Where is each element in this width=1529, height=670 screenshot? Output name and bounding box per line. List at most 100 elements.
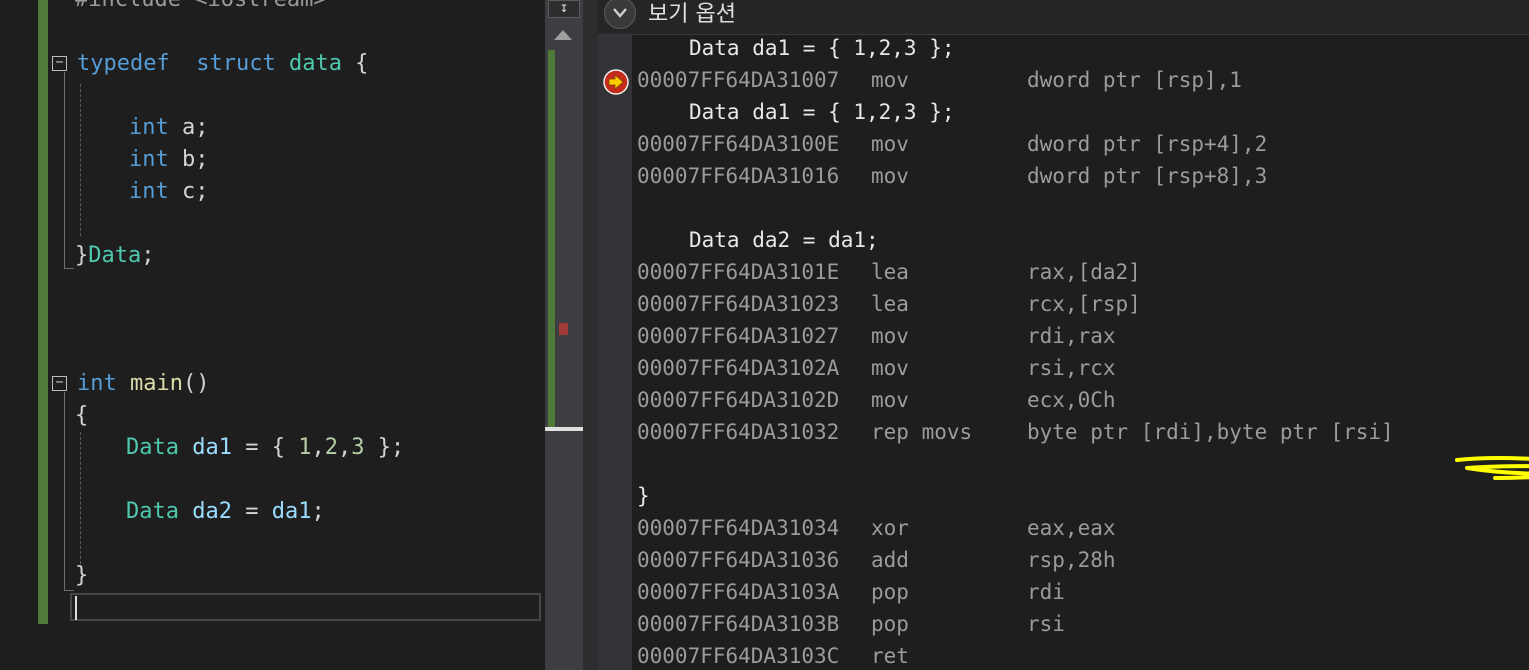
- instruction-mnemonic[interactable]: ret: [871, 640, 909, 670]
- code-token: data: [288, 51, 342, 76]
- code-token: da2: [192, 499, 232, 524]
- struct-outline-end: [64, 268, 74, 269]
- instruction-mnemonic[interactable]: mov: [871, 160, 909, 192]
- code-line-struct-close[interactable]: }Data;: [75, 240, 154, 272]
- source-annotation-line[interactable]: Data da2 = da1;: [689, 224, 879, 256]
- instruction-operands[interactable]: rsi: [1027, 608, 1065, 640]
- code-token: int: [129, 147, 169, 172]
- instruction-operands[interactable]: dword ptr [rsp+8],3: [1027, 160, 1267, 192]
- yellow-underline-annotation: [1455, 456, 1529, 480]
- code-line-da1[interactable]: Data da1 = { 1,2,3 };: [126, 432, 404, 464]
- instruction-operands[interactable]: rdi: [1027, 576, 1065, 608]
- instruction-address[interactable]: 00007FF64DA3102A: [637, 352, 839, 384]
- instruction-operands[interactable]: byte ptr [rdi],byte ptr [rsi]: [1027, 416, 1394, 448]
- instruction-address[interactable]: 00007FF64DA3101E: [637, 256, 839, 288]
- instruction-mnemonic[interactable]: pop: [871, 576, 909, 608]
- disassembly-indicator-margin[interactable]: [598, 35, 632, 670]
- code-line-main[interactable]: int main(): [77, 368, 209, 400]
- instruction-mnemonic[interactable]: mov: [871, 128, 909, 160]
- source-annotation-line[interactable]: Data da1 = { 1,2,3 };: [689, 96, 955, 128]
- instruction-mnemonic[interactable]: xor: [871, 512, 909, 544]
- disassembly-window[interactable]: 보기 옵션 Data da1 = { 1,2,3 }; 00007FF64DA31…: [598, 0, 1529, 670]
- collapse-struct-icon[interactable]: −: [52, 56, 67, 71]
- disassembly-header: 보기 옵션: [598, 0, 1529, 35]
- scroll-up-icon[interactable]: [554, 30, 572, 40]
- code-token: int: [77, 371, 117, 396]
- instruction-mnemonic[interactable]: lea: [871, 288, 909, 320]
- source-editor[interactable]: − − #include <iostream> typedef struct d…: [0, 0, 545, 670]
- code-token: int: [129, 115, 169, 140]
- instruction-operands[interactable]: dword ptr [rsp],1: [1027, 64, 1242, 96]
- code-token: b;: [168, 147, 209, 172]
- view-options-label[interactable]: 보기 옵션: [648, 0, 736, 28]
- instruction-address[interactable]: 00007FF64DA31034: [637, 512, 839, 544]
- instruction-address[interactable]: 00007FF64DA31036: [637, 544, 839, 576]
- instruction-operands[interactable]: eax,eax: [1027, 512, 1116, 544]
- instruction-address[interactable]: 00007FF64DA3103B: [637, 608, 839, 640]
- instruction-mnemonic[interactable]: pop: [871, 608, 909, 640]
- instruction-operands[interactable]: rdi,rax: [1027, 320, 1116, 352]
- code-line-da2[interactable]: Data da2 = da1;: [126, 496, 325, 528]
- instruction-address[interactable]: 00007FF64DA31032: [637, 416, 839, 448]
- instruction-operands[interactable]: rsi,rcx: [1027, 352, 1116, 384]
- instruction-mnemonic[interactable]: mov: [871, 384, 909, 416]
- code-line-int-c[interactable]: int c;: [129, 176, 209, 208]
- code-token: ;: [141, 243, 155, 268]
- code-token: (): [182, 371, 210, 396]
- breakpoint-current-statement-icon[interactable]: [603, 69, 629, 95]
- change-tracking-bar: [38, 0, 48, 624]
- struct-outline-guide: [64, 72, 65, 268]
- instruction-address[interactable]: 00007FF64DA3102D: [637, 384, 839, 416]
- scrollbar-caret-position: [545, 427, 583, 431]
- code-token: 3: [351, 435, 365, 460]
- code-line-close-brace[interactable]: }: [75, 560, 88, 592]
- pane-splitter[interactable]: [583, 0, 598, 670]
- code-token: typedef: [77, 51, 170, 76]
- code-token: {: [341, 51, 369, 76]
- code-line-int-a[interactable]: int a;: [129, 112, 209, 144]
- view-options-chevron-icon[interactable]: [604, 0, 636, 29]
- code-line-typedef[interactable]: typedef struct data {: [77, 48, 368, 80]
- instruction-mnemonic[interactable]: mov: [871, 320, 909, 352]
- main-outline-guide: [64, 392, 65, 590]
- code-token: 1: [298, 435, 312, 460]
- instruction-mnemonic[interactable]: mov: [871, 64, 909, 96]
- main-indent-guide: [80, 432, 81, 564]
- code-line-include[interactable]: #include <iostream>: [75, 0, 327, 16]
- instruction-mnemonic[interactable]: add: [871, 544, 909, 576]
- code-token: ,: [311, 435, 325, 460]
- code-token: da1: [271, 499, 312, 524]
- code-token: int: [129, 179, 169, 204]
- code-token: {: [75, 403, 89, 428]
- instruction-address[interactable]: 00007FF64DA31023: [637, 288, 839, 320]
- collapse-main-icon[interactable]: −: [52, 376, 67, 391]
- instruction-operands[interactable]: rax,[da2]: [1027, 256, 1141, 288]
- instruction-operands[interactable]: rsp,28h: [1027, 544, 1116, 576]
- split-down-icon[interactable]: ↧: [548, 0, 580, 18]
- instruction-mnemonic[interactable]: lea: [871, 256, 909, 288]
- instruction-address[interactable]: 00007FF64DA31016: [637, 160, 839, 192]
- instruction-mnemonic[interactable]: mov: [871, 352, 909, 384]
- source-annotation-line[interactable]: }: [637, 480, 650, 512]
- vertical-scrollbar[interactable]: ↧: [545, 0, 583, 670]
- instruction-address[interactable]: 00007FF64DA3103A: [637, 576, 839, 608]
- instruction-operands[interactable]: rcx,[rsp]: [1027, 288, 1141, 320]
- instruction-operands[interactable]: dword ptr [rsp+4],2: [1027, 128, 1267, 160]
- main-outline-end: [64, 590, 74, 591]
- code-line-int-b[interactable]: int b;: [129, 144, 209, 176]
- instruction-address[interactable]: 00007FF64DA3100E: [637, 128, 839, 160]
- instruction-address[interactable]: 00007FF64DA3103C: [637, 640, 839, 670]
- code-token: da1: [192, 435, 232, 460]
- source-annotation-line[interactable]: Data da1 = { 1,2,3 };: [689, 32, 955, 64]
- code-token: ;: [311, 499, 325, 524]
- code-token: }: [75, 563, 89, 588]
- code-line-open-brace[interactable]: {: [75, 400, 88, 432]
- instruction-mnemonic[interactable]: rep movs: [871, 416, 972, 448]
- instruction-operands[interactable]: ecx,0Ch: [1027, 384, 1116, 416]
- instruction-address[interactable]: 00007FF64DA31027: [637, 320, 839, 352]
- code-token: Data: [126, 499, 179, 524]
- instruction-address[interactable]: 00007FF64DA31007: [637, 64, 839, 96]
- code-token: Data: [88, 243, 142, 268]
